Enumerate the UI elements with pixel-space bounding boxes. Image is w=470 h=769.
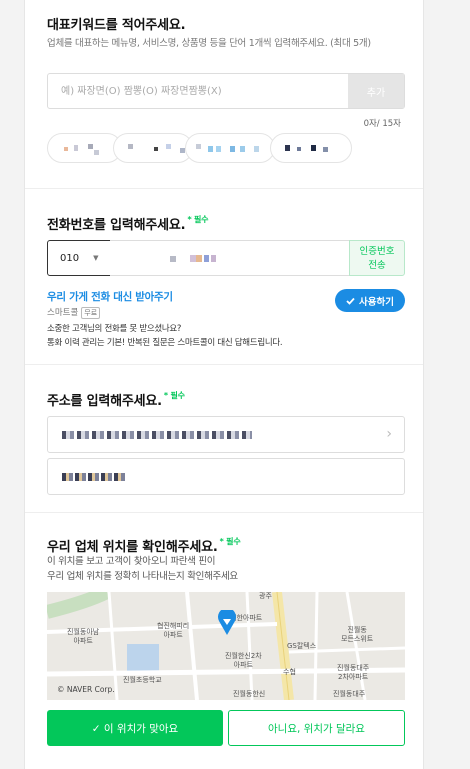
map-label: 진월동대주 2차아파트 — [337, 664, 369, 682]
map-label-text: 광주 — [259, 592, 272, 600]
map-roads — [47, 592, 405, 700]
map-label-text: 협진해피리 아파트 — [157, 622, 190, 639]
phone-title-text: 전화번호를 입력해주세요. — [47, 218, 186, 233]
location-map[interactable]: 진월동아남 아파트 협진해피리 아파트 세한아파트 GS칼텍스 진월동 모든스위… — [47, 592, 405, 700]
map-label-text: 진월동 모든스위트 — [341, 626, 374, 643]
map-label-text: 진월초등학교 — [123, 676, 162, 684]
address-title: 주소를 입력해주세요. * 필수 — [47, 390, 185, 409]
map-label-text: 진월한신2차 아파트 — [225, 652, 262, 669]
smartcall-text: 스마트콜 — [47, 308, 79, 318]
divider — [25, 188, 423, 189]
country-code-value: 010 — [60, 252, 80, 264]
map-label-text: 진월동대주 — [333, 690, 366, 698]
map-label: 광주 — [259, 592, 272, 601]
required-mark: * 필수 — [187, 215, 209, 224]
keyword-chip[interactable] — [113, 133, 193, 163]
phone-title: 전화번호를 입력해주세요. * 필수 — [47, 214, 209, 233]
keyword-add-button[interactable]: 추가 — [348, 74, 404, 108]
call-delegate-link[interactable]: 우리 가게 전화 대신 받아주기 — [47, 289, 173, 304]
keyword-counter: 0자/ 15자 — [363, 119, 401, 129]
required-mark: * 필수 — [219, 537, 241, 546]
address-title-text: 주소를 입력해주세요. — [47, 394, 162, 409]
map-label: 진월동 모든스위트 — [341, 626, 373, 644]
keyword-chip[interactable] — [185, 133, 275, 163]
location-title: 우리 업체 위치를 확인해주세요. * 필수 — [47, 536, 241, 555]
map-label-text: 진월동한신 — [233, 690, 266, 698]
map-label: 진월동대주 — [333, 690, 365, 699]
location-desc-line2: 우리 업체 위치를 정확히 나타내는지 확인해주세요 — [47, 571, 238, 582]
keyword-chip[interactable] — [270, 133, 352, 163]
map-credit: © NAVER Corp. — [57, 685, 115, 694]
map-label-text: 진월동대주 2차아파트 — [337, 664, 370, 681]
use-smartcall-label: 사용하기 — [359, 296, 394, 308]
smartcall-label: 스마트콜 무료 — [47, 306, 101, 319]
phone-input-row: 010 ▼ 인증번호 전송 — [47, 240, 405, 276]
confirm-location-button[interactable]: ✓ 이 위치가 맞아요 — [47, 710, 223, 746]
phone-number-input[interactable] — [110, 240, 350, 276]
keyword-input-row: 추가 — [47, 73, 405, 109]
map-label: 협진해피리 아파트 — [157, 622, 189, 640]
map-label: 진월동한신 — [233, 690, 265, 699]
map-label: 진월한신2차 아파트 — [225, 652, 262, 670]
keyword-title: 대표키워드를 적어주세요. — [47, 18, 186, 33]
map-label: 진월동아남 아파트 — [67, 628, 99, 646]
map-label: 진월초등학교 — [123, 676, 162, 685]
address-search-field[interactable]: › — [47, 416, 405, 453]
divider — [25, 364, 423, 365]
map-label: GS칼텍스 — [287, 642, 316, 651]
country-code-select[interactable]: 010 ▼ — [47, 240, 111, 276]
chevron-down-icon: ▼ — [93, 254, 99, 262]
smartcall-desc-line1: 소중한 고객님의 전화를 못 받으셨나요? — [47, 324, 182, 334]
location-title-text: 우리 업체 위치를 확인해주세요. — [47, 540, 218, 555]
smartcall-desc-line2: 통화 이력 관리는 기본! 반복된 질문은 스마트콜이 대신 답해드립니다. — [47, 338, 283, 348]
chevron-right-icon: › — [386, 426, 392, 442]
free-badge: 무료 — [81, 307, 101, 319]
check-icon — [346, 297, 355, 305]
business-form-card: 대표키워드를 적어주세요. 업체를 대표하는 메뉴명, 서비스명, 상품명 등을… — [24, 0, 424, 769]
keyword-input[interactable] — [48, 74, 348, 108]
map-label-text: 수협 — [283, 668, 296, 676]
keyword-description: 업체를 대표하는 메뉴명, 서비스명, 상품명 등을 단어 1개씩 입력해주세요… — [47, 38, 371, 49]
wrong-location-button[interactable]: 아니요, 위치가 달라요 — [228, 710, 405, 746]
send-verification-button[interactable]: 인증번호 전송 — [349, 240, 405, 276]
required-mark: * 필수 — [163, 391, 185, 400]
map-label-text: GS칼텍스 — [287, 642, 317, 650]
divider — [25, 512, 423, 513]
map-label-text: 진월동아남 아파트 — [67, 628, 100, 645]
location-pin-icon[interactable] — [217, 610, 237, 636]
location-description: 이 위치를 보고 고객이 찾아오니 파란색 핀이 우리 업체 위치를 정확히 나… — [47, 554, 238, 584]
location-desc-line1: 이 위치를 보고 고객이 찾아오니 파란색 핀이 — [47, 556, 216, 567]
smartcall-description: 소중한 고객님의 전화를 못 받으셨나요? 통화 이력 관리는 기본! 반복된 … — [47, 322, 283, 350]
address-detail-field[interactable] — [47, 458, 405, 495]
send-verification-label: 인증번호 전송 — [359, 246, 395, 271]
keyword-chip[interactable] — [47, 133, 122, 163]
map-label: 수협 — [283, 668, 296, 677]
use-smartcall-button[interactable]: 사용하기 — [335, 289, 405, 312]
